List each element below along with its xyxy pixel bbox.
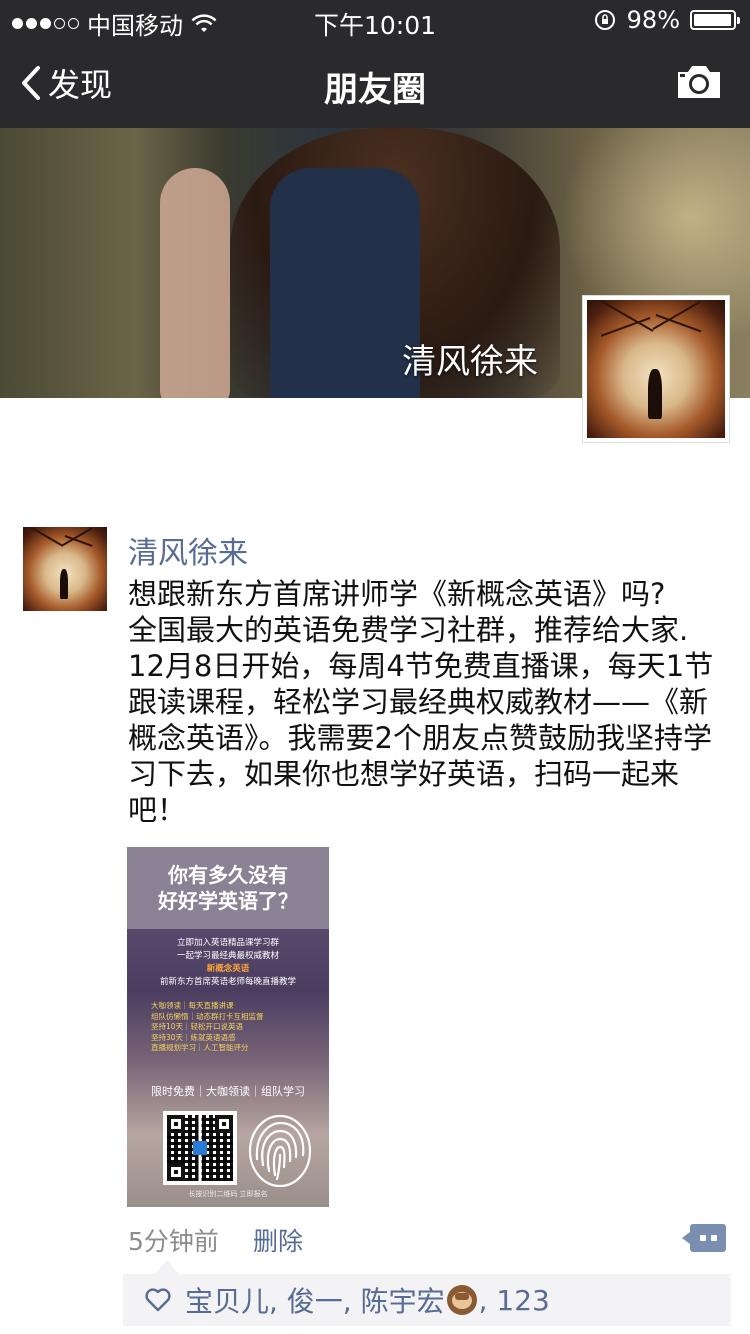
back-label: 发现 [48,66,113,104]
qr-code [163,1111,237,1185]
liker-trailing[interactable]: , 123 [479,1284,550,1317]
battery-icon [690,10,740,30]
post-image[interactable]: 你有多久没有 好好学英语了？ 立即加入英语精品课学习群 一起学习最经典最权威教材… [127,847,329,1207]
poster-feature: 坚持10天｜轻松开口说英语 [151,1022,244,1031]
poster-sub-4: 前新东方首席英语老师每晚直播教学 [159,977,296,987]
poster-subtitle: 立即加入英语精品课学习群 一起学习最经典最权威教材 新概念英语 前新东方首席英语… [127,937,329,989]
poster-feature: 大咖领读｜每天直播讲课 [151,1001,234,1010]
poster-headline-band: 你有多久没有 好好学英语了？ [127,847,329,929]
poster-tags: 限时免费｜大咖领读｜组队学习 [151,1085,305,1098]
comment-menu-button[interactable] [682,1224,726,1252]
camera-icon [678,66,720,98]
poster-sub-1: 立即加入英语精品课学习群 [176,938,279,948]
cover-user-name: 清风徐来 [402,342,538,382]
poster-feature: 坚持30天｜练就英语语感 [151,1032,236,1042]
fingerprint-icon [248,1114,312,1188]
poster-feature: 直播规划学习｜人工智能评分 [151,1043,249,1052]
liker-names[interactable]: 宝贝儿, 俊一, 陈宇宏 [185,1280,445,1320]
poster-feature: 组队仿懒惰｜动态群打卡互相监督 [151,1011,264,1021]
poster-footer: 长按识别二维码 立即报名 [188,1190,268,1198]
profile-avatar[interactable] [582,295,730,443]
poster-headline-2: 好好学英语了？ [158,889,298,913]
status-bar: 中国移动 下午10:01 98% [0,0,750,40]
post-author-avatar[interactable] [23,527,107,611]
camera-button[interactable] [676,64,722,104]
poster-sub-3: 新概念英语 [206,964,250,974]
page-title: 朋友圈 [324,70,426,110]
avatar-image [587,300,725,438]
heart-icon [145,1288,171,1312]
top-bar: 中国移动 下午10:01 98% 发现 朋友圈 [0,0,750,128]
avatar-image [23,527,107,611]
post-author-name[interactable]: 清风徐来 [128,528,248,572]
battery-percent: 98% [626,6,680,34]
poster-headline-1: 你有多久没有 [168,863,288,887]
poster-features: 大咖领读｜每天直播讲课 组队仿懒惰｜动态群打卡互相监督 坚持10天｜轻松开口说英… [151,1001,264,1054]
orientation-lock-icon [594,10,615,30]
post-text: 想跟新东方首席讲师学《新概念英语》吗? 全国最大的英语免费学习社群，推荐给大家.… [128,577,714,827]
delete-button[interactable]: 删除 [253,1222,303,1258]
back-button[interactable]: 发现 [20,60,112,106]
chevron-left-icon [22,66,40,100]
poster-sub-2: 一起学习最经典最权威教材 [176,951,279,961]
monkey-emoji-icon [446,1285,477,1315]
navigation-bar: 发现 朋友圈 [0,40,750,128]
likes-names[interactable]: 宝贝儿, 俊一, 陈宇宏 , 123 [185,1280,550,1320]
post-time: 5分钟前 [128,1227,219,1256]
status-right: 98% [593,6,740,34]
likes-bar: 宝贝儿, 俊一, 陈宇宏 , 123 [123,1260,731,1326]
